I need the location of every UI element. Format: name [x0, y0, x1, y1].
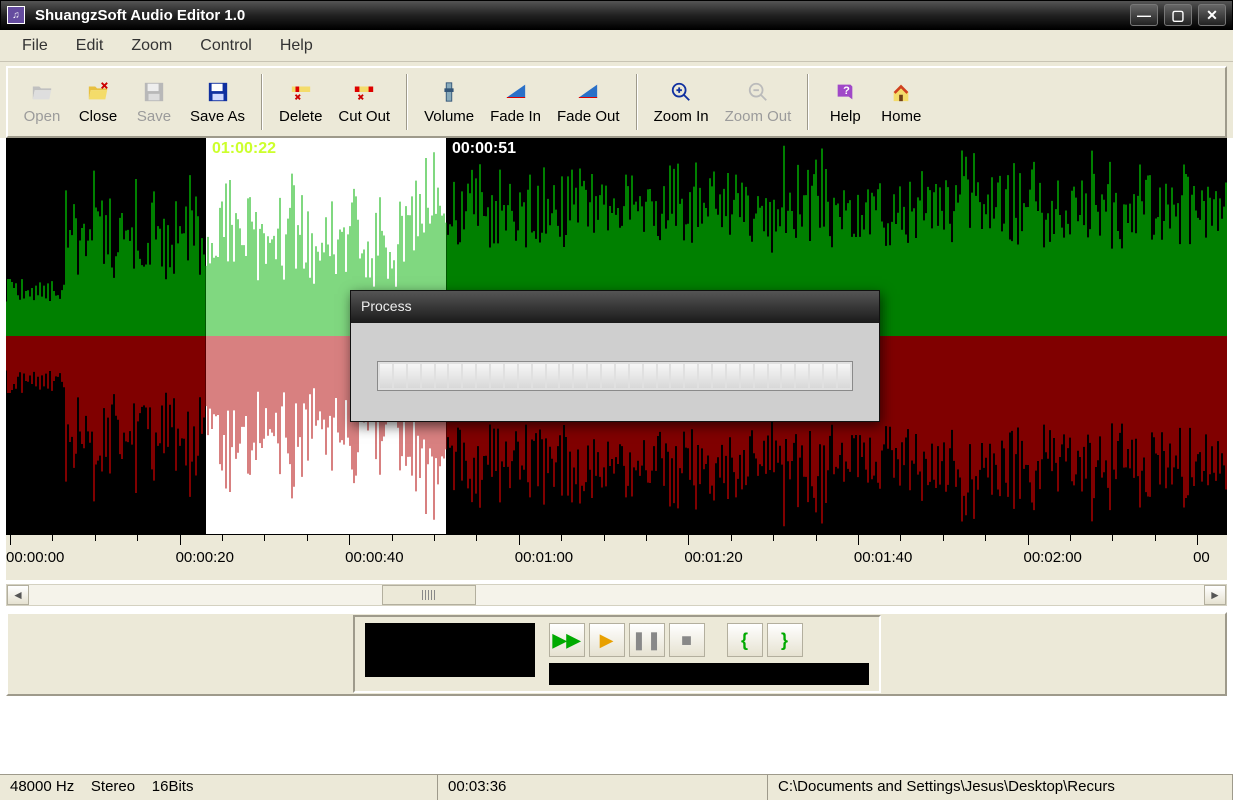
- progress-bar: [377, 361, 853, 391]
- close-window-button[interactable]: ✕: [1198, 4, 1226, 26]
- delete-button[interactable]: Delete: [271, 70, 330, 134]
- dialog-title: Process: [351, 291, 879, 323]
- status-path: C:\Documents and Settings\Jesus\Desktop\…: [768, 775, 1233, 800]
- play-button[interactable]: ▶: [589, 623, 625, 657]
- fadeout-label: Fade Out: [557, 108, 620, 125]
- fadein-button[interactable]: Fade In: [482, 70, 549, 134]
- close-label: Close: [79, 108, 117, 125]
- status-channels: Stereo: [91, 778, 135, 795]
- cutout-label: Cut Out: [338, 108, 390, 125]
- save-icon: [141, 80, 167, 104]
- app-icon: ♫: [7, 6, 25, 24]
- marker-end-button[interactable]: }: [767, 623, 803, 657]
- time-display: [365, 623, 535, 677]
- titlebar: ♫ ShuangzSoft Audio Editor 1.0 — ▢ ✕: [0, 0, 1233, 30]
- ruler-label: 00:00:00: [6, 549, 64, 566]
- menubar: File Edit Zoom Control Help: [0, 30, 1233, 62]
- open-button: Open: [14, 70, 70, 134]
- delete-label: Delete: [279, 108, 322, 125]
- ruler-label: 00:01:40: [854, 549, 912, 566]
- volume-button[interactable]: Volume: [416, 70, 482, 134]
- window-title: ShuangzSoft Audio Editor 1.0: [35, 7, 1130, 24]
- selection-time-label: 01:00:22: [212, 140, 276, 158]
- ruler-label: 00:01:20: [684, 549, 742, 566]
- cut-icon: [351, 80, 377, 104]
- time-ruler[interactable]: 00:00:00 00:00:20 00:00:40 00:01:00 00:01:20…: [6, 534, 1227, 580]
- statusbar: 48000 Hz Stereo 16Bits 00:03:36 C:\Docum…: [0, 774, 1233, 800]
- fadein-label: Fade In: [490, 108, 541, 125]
- ruler-label: 00:00:40: [345, 549, 403, 566]
- play-sel-icon: ▶▶: [553, 630, 581, 651]
- menu-control[interactable]: Control: [188, 33, 264, 59]
- ruler-label: 00:01:00: [515, 549, 573, 566]
- play-selection-button[interactable]: ▶▶: [549, 623, 585, 657]
- saveas-button[interactable]: Save As: [182, 70, 253, 134]
- saveas-icon: [205, 80, 231, 104]
- horizontal-scrollbar[interactable]: ◄ ►: [6, 584, 1227, 606]
- toolbar: Open Close Save Save As Delete Cut Out V…: [6, 66, 1227, 138]
- status-bits: 16Bits: [152, 778, 194, 795]
- svg-text:?: ?: [843, 84, 850, 96]
- ruler-label: 00:02:00: [1024, 549, 1082, 566]
- pause-icon: ❚❚: [631, 630, 661, 651]
- zoomout-label: Zoom Out: [725, 108, 792, 125]
- help-label: Help: [830, 108, 861, 125]
- home-label: Home: [881, 108, 921, 125]
- open-label: Open: [24, 108, 61, 125]
- menu-zoom[interactable]: Zoom: [119, 33, 184, 59]
- help-icon: ?: [832, 80, 858, 104]
- scroll-right-button[interactable]: ►: [1204, 585, 1226, 605]
- bracket-close-icon: }: [781, 630, 788, 651]
- menu-edit[interactable]: Edit: [64, 33, 116, 59]
- scroll-left-button[interactable]: ◄: [7, 585, 29, 605]
- status-time: 00:03:36: [438, 775, 768, 800]
- process-dialog: Process: [350, 290, 880, 422]
- help-button[interactable]: ? Help: [817, 70, 873, 134]
- fadeout-button[interactable]: Fade Out: [549, 70, 628, 134]
- stop-icon: ■: [681, 630, 692, 651]
- zoomout-button: Zoom Out: [717, 70, 800, 134]
- status-rate: 48000 Hz: [10, 778, 74, 795]
- zoomin-icon: [668, 80, 694, 104]
- cursor-time-label: 00:00:51: [452, 140, 516, 158]
- cutout-button[interactable]: Cut Out: [330, 70, 398, 134]
- zoomout-icon: [745, 80, 771, 104]
- maximize-button[interactable]: ▢: [1164, 4, 1192, 26]
- scroll-track[interactable]: [29, 585, 1204, 605]
- fadein-icon: [503, 80, 529, 104]
- folder-close-icon: [85, 80, 111, 104]
- volume-label: Volume: [424, 108, 474, 125]
- volume-icon: [436, 80, 462, 104]
- save-label: Save: [137, 108, 171, 125]
- saveas-label: Save As: [190, 108, 245, 125]
- pause-button[interactable]: ❚❚: [629, 623, 665, 657]
- delete-icon: [288, 80, 314, 104]
- home-button[interactable]: Home: [873, 70, 929, 134]
- home-icon: [888, 80, 914, 104]
- close-button[interactable]: Close: [70, 70, 126, 134]
- save-button: Save: [126, 70, 182, 134]
- zoomin-button[interactable]: Zoom In: [646, 70, 717, 134]
- marker-start-button[interactable]: {: [727, 623, 763, 657]
- bracket-open-icon: {: [741, 630, 748, 651]
- position-bar[interactable]: [549, 663, 869, 685]
- ruler-label: 00: [1193, 549, 1210, 566]
- stop-button[interactable]: ■: [669, 623, 705, 657]
- minimize-button[interactable]: —: [1130, 4, 1158, 26]
- zoomin-label: Zoom In: [654, 108, 709, 125]
- scroll-thumb[interactable]: [382, 585, 476, 605]
- ruler-label: 00:00:20: [176, 549, 234, 566]
- folder-open-icon: [29, 80, 55, 104]
- fadeout-icon: [575, 80, 601, 104]
- menu-help[interactable]: Help: [268, 33, 325, 59]
- playback-panel: ▶▶ ▶ ❚❚ ■ { }: [6, 612, 1227, 696]
- play-icon: ▶: [600, 630, 614, 651]
- menu-file[interactable]: File: [10, 33, 60, 59]
